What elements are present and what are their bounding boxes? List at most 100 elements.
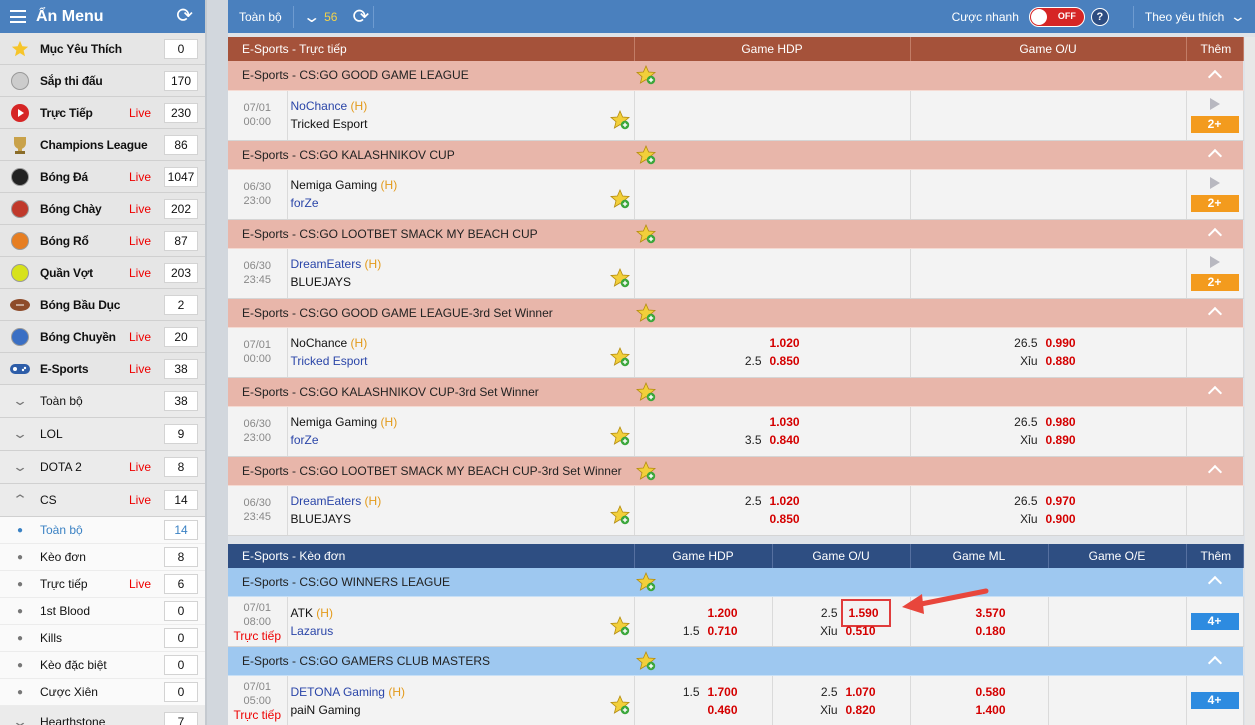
add-favorite-icon[interactable] bbox=[609, 425, 630, 451]
sort-dropdown[interactable]: Theo yêu thích ⌄ bbox=[1134, 0, 1255, 33]
odds-value[interactable]: 0.890 bbox=[1046, 431, 1086, 449]
odds-value[interactable]: 0.970 bbox=[1046, 492, 1086, 510]
chevron-down-icon[interactable]: ⌄ bbox=[1230, 8, 1246, 25]
odds-value[interactable]: 1.200 bbox=[708, 604, 748, 622]
cs-sub-toàn-bộ[interactable]: ● Toàn bộ 14 bbox=[0, 517, 205, 544]
scrollbar[interactable] bbox=[1245, 37, 1255, 725]
collapse-toggle[interactable] bbox=[1186, 61, 1244, 91]
play-icon[interactable] bbox=[1209, 97, 1220, 110]
help-icon[interactable]: ? bbox=[1090, 7, 1109, 26]
cs-sub-kèo-đặc-biệt[interactable]: ● Kèo đặc biệt 0 bbox=[0, 652, 205, 679]
odds-value[interactable]: 0.710 bbox=[708, 622, 748, 640]
sidebar-item-bóng-chuyền[interactable]: Bóng Chuyền Live 20 bbox=[0, 321, 205, 353]
league-row[interactable]: E-Sports - CS:GO LOOTBET SMACK MY BEACH … bbox=[228, 456, 1244, 486]
more-bets-button[interactable]: 4+ bbox=[1190, 692, 1239, 709]
odds-value[interactable]: 0.840 bbox=[770, 431, 810, 449]
odds-value[interactable]: 0.820 bbox=[846, 701, 886, 719]
odds-value[interactable]: 1.030 bbox=[770, 413, 810, 431]
add-favorite-icon[interactable] bbox=[636, 460, 657, 481]
collapse-toggle[interactable] bbox=[1186, 377, 1244, 407]
league-name[interactable]: E-Sports - CS:GO LOOTBET SMACK MY BEACH … bbox=[228, 219, 635, 249]
league-row[interactable]: E-Sports - CS:GO LOOTBET SMACK MY BEACH … bbox=[228, 219, 1244, 249]
esports-sub-lol[interactable]: ⌄ LOL 9 bbox=[0, 418, 205, 451]
odds-value[interactable]: 1.070 bbox=[846, 683, 886, 701]
league-row[interactable]: E-Sports - CS:GO KALASHNIKOV CUP-3rd Set… bbox=[228, 377, 1244, 407]
esports-sub-toàn-bộ[interactable]: ⌄ Toàn bộ 38 bbox=[0, 385, 205, 418]
league-name[interactable]: E-Sports - CS:GO LOOTBET SMACK MY BEACH … bbox=[228, 456, 635, 486]
sidebar-item-champions-league[interactable]: Champions League 86 bbox=[0, 129, 205, 161]
odds-value[interactable]: 0.180 bbox=[976, 622, 1016, 640]
chevron-up-icon[interactable] bbox=[1207, 464, 1222, 480]
add-favorite-icon[interactable] bbox=[609, 188, 630, 214]
more-bets-button[interactable]: 2+ bbox=[1190, 194, 1239, 212]
sidebar-item-sắp-thi-đấu[interactable]: Sắp thi đấu 170 bbox=[0, 65, 205, 97]
collapse-toggle[interactable] bbox=[1186, 646, 1243, 676]
quick-bet-toggle[interactable]: OFF bbox=[1028, 6, 1085, 27]
refresh-icon[interactable]: ⟳ bbox=[176, 4, 193, 28]
cs-sub-cược-xiên[interactable]: ● Cược Xiên 0 bbox=[0, 679, 205, 706]
league-name[interactable]: E-Sports - CS:GO KALASHNIKOV CUP-3rd Set… bbox=[228, 377, 635, 407]
league-name[interactable]: E-Sports - CS:GO GAMERS CLUB MASTERS bbox=[228, 646, 634, 676]
sidebar-item-e-sports[interactable]: E-Sports Live 38 bbox=[0, 353, 205, 385]
odds-value[interactable]: 0.850 bbox=[770, 510, 810, 528]
odds-value[interactable]: 0.880 bbox=[1046, 352, 1086, 370]
league-favorite[interactable] bbox=[634, 298, 1187, 328]
odds-value[interactable]: 0.980 bbox=[1046, 413, 1086, 431]
add-favorite-icon[interactable] bbox=[609, 346, 630, 372]
sidebar-divider[interactable] bbox=[205, 0, 228, 725]
league-row[interactable]: E-Sports - CS:GO GOOD GAME LEAGUE bbox=[228, 61, 1244, 91]
add-favorite-icon[interactable] bbox=[635, 571, 657, 592]
league-row[interactable]: E-Sports - CS:GO GAMERS CLUB MASTERS bbox=[228, 646, 1243, 676]
collapse-toggle[interactable] bbox=[1186, 140, 1244, 170]
chevron-up-icon[interactable] bbox=[1207, 227, 1222, 243]
filter-all[interactable]: Toàn bộ bbox=[228, 0, 293, 33]
league-favorite[interactable] bbox=[634, 646, 1186, 676]
chevron-up-icon[interactable] bbox=[1207, 576, 1222, 591]
add-favorite-icon[interactable] bbox=[636, 65, 657, 85]
odds-value[interactable]: 1.590 bbox=[840, 598, 891, 627]
sidebar-item-bóng-chày[interactable]: Bóng Chày Live 202 bbox=[0, 193, 205, 225]
chevron-down-icon[interactable]: ⌄ bbox=[0, 459, 50, 475]
add-favorite-icon[interactable] bbox=[609, 267, 630, 293]
sidebar-item-trực-tiếp[interactable]: Trực Tiếp Live 230 bbox=[0, 97, 205, 129]
odds-value[interactable]: 0.580 bbox=[976, 683, 1016, 701]
sidebar-item-mục-yêu-thích[interactable]: Mục Yêu Thích 0 bbox=[0, 33, 205, 65]
add-favorite-icon[interactable] bbox=[636, 223, 657, 244]
league-favorite[interactable] bbox=[634, 377, 1187, 407]
add-favorite-icon[interactable] bbox=[636, 381, 657, 402]
chevron-down-icon[interactable]: ⌄ bbox=[0, 714, 50, 725]
chevron-up-icon[interactable] bbox=[1207, 148, 1222, 164]
more-bets-button[interactable]: 4+ bbox=[1190, 613, 1239, 630]
refresh-button[interactable]: ⟳ bbox=[348, 0, 373, 33]
chevron-up-icon[interactable] bbox=[1207, 385, 1222, 401]
collapse-toggle[interactable] bbox=[1186, 298, 1244, 328]
sidebar-header[interactable]: Ẩn Menu ⟳ bbox=[0, 0, 205, 33]
play-icon[interactable] bbox=[1209, 255, 1220, 268]
league-name[interactable]: E-Sports - CS:GO GOOD GAME LEAGUE bbox=[228, 61, 635, 91]
odds-value[interactable]: 1.020 bbox=[770, 334, 810, 352]
add-favorite-icon[interactable] bbox=[636, 302, 657, 323]
sidebar-item-bóng-bầu-dục[interactable]: Bóng Bầu Dục 2 bbox=[0, 289, 205, 321]
league-name[interactable]: E-Sports - CS:GO KALASHNIKOV CUP bbox=[228, 140, 635, 170]
add-favorite-icon[interactable] bbox=[635, 650, 657, 671]
league-favorite[interactable] bbox=[634, 61, 1187, 91]
league-row[interactable]: E-Sports - CS:GO KALASHNIKOV CUP bbox=[228, 140, 1244, 170]
sidebar-item-quần-vợt[interactable]: Quần Vợt Live 203 bbox=[0, 257, 205, 289]
chevron-up-icon[interactable] bbox=[1207, 655, 1222, 670]
refresh-icon[interactable]: ⟳ bbox=[352, 4, 369, 29]
esports-sub-cs[interactable]: ⌃ CS Live 14 bbox=[0, 484, 205, 517]
league-favorite[interactable] bbox=[634, 219, 1187, 249]
odds-value[interactable]: 1.020 bbox=[770, 492, 810, 510]
add-favorite-icon[interactable] bbox=[609, 109, 630, 135]
collapse-toggle[interactable] bbox=[1186, 567, 1243, 597]
esports-sub-hearthstone[interactable]: ⌄ Hearthstone 7 bbox=[0, 706, 205, 725]
sidebar-title[interactable]: Ẩn Menu bbox=[36, 8, 104, 26]
odds-value[interactable]: 0.900 bbox=[1046, 510, 1086, 528]
match-count-dropdown[interactable]: ⌄ 56 bbox=[294, 0, 349, 33]
chevron-up-icon[interactable] bbox=[1207, 306, 1222, 322]
chevron-down-icon[interactable]: ⌄ bbox=[0, 393, 50, 409]
odds-value[interactable]: 0.510 bbox=[846, 622, 886, 640]
cs-sub-trực-tiếp[interactable]: ● Trực tiếp Live 6 bbox=[0, 571, 205, 598]
more-bets-button[interactable]: 2+ bbox=[1190, 273, 1239, 291]
sidebar-item-bóng-đá[interactable]: Bóng Đá Live 1047 bbox=[0, 161, 205, 193]
